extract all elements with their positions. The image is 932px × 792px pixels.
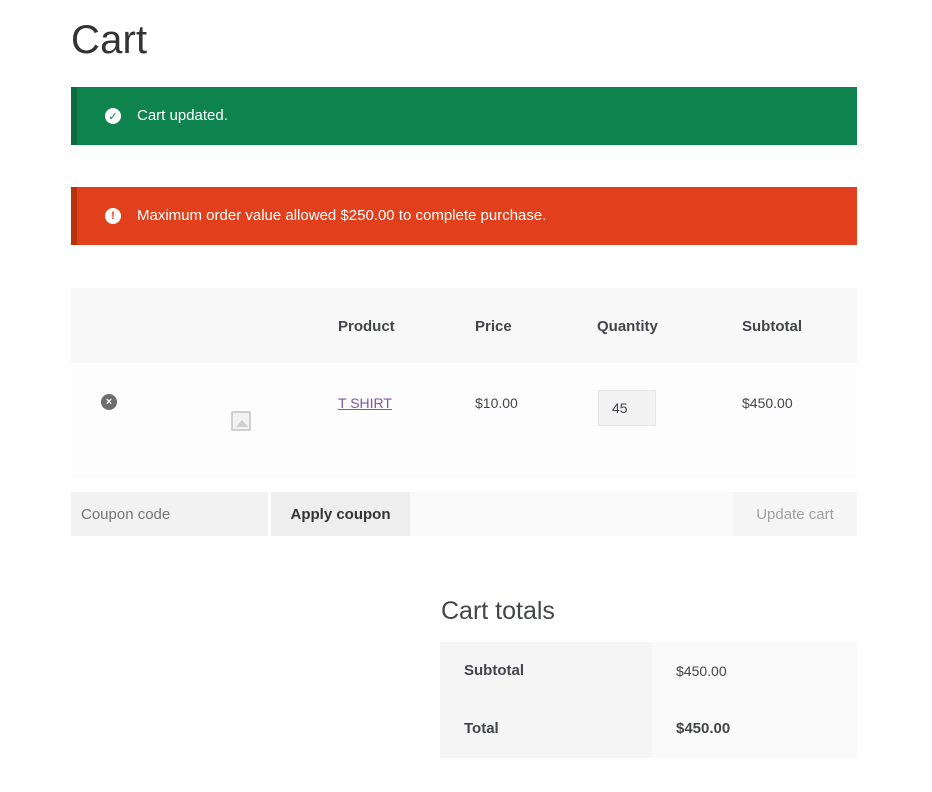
table-row: × T SHIRT $10.00 $450.00	[71, 363, 857, 478]
product-link[interactable]: T SHIRT	[338, 395, 392, 411]
header-product: Product	[338, 318, 395, 335]
header-price: Price	[475, 318, 512, 335]
success-notice: ✓ Cart updated.	[71, 87, 857, 145]
error-notice: ! Maximum order value allowed $250.00 to…	[71, 187, 857, 245]
error-notice-text: Maximum order value allowed $250.00 to c…	[137, 207, 547, 224]
check-circle-icon: ✓	[105, 108, 121, 124]
price-cell: $10.00	[475, 395, 518, 411]
totals-subtotal-label: Subtotal	[464, 662, 524, 679]
quantity-input[interactable]	[598, 390, 656, 426]
update-cart-button[interactable]: Update cart	[733, 492, 857, 536]
totals-row-total: Total $450.00	[440, 700, 857, 758]
cart-totals-table: Subtotal $450.00 Total $450.00	[440, 642, 857, 758]
remove-circle-icon[interactable]: ×	[101, 394, 117, 410]
header-subtotal: Subtotal	[742, 318, 802, 335]
exclamation-circle-icon: !	[105, 208, 121, 224]
cart-table-header: Product Price Quantity Subtotal	[71, 288, 857, 363]
product-name-cell: T SHIRT	[338, 395, 392, 411]
subtotal-cell: $450.00	[742, 395, 793, 411]
page-title: Cart	[71, 18, 148, 62]
totals-total-label: Total	[464, 720, 499, 737]
totals-total-value: $450.00	[676, 720, 731, 737]
totals-subtotal-value: $450.00	[676, 663, 727, 679]
notice-accent-bar	[71, 187, 77, 245]
apply-coupon-button[interactable]: Apply coupon	[271, 492, 410, 536]
cart-totals-title: Cart totals	[441, 597, 555, 625]
header-quantity: Quantity	[597, 318, 658, 335]
image-placeholder-icon[interactable]	[231, 411, 251, 431]
notice-accent-bar	[71, 87, 77, 145]
cart-table: Product Price Quantity Subtotal × T SHIR…	[71, 288, 857, 478]
totals-row-subtotal: Subtotal $450.00	[440, 642, 857, 700]
success-notice-text: Cart updated.	[137, 107, 228, 124]
coupon-code-input[interactable]	[71, 492, 268, 536]
